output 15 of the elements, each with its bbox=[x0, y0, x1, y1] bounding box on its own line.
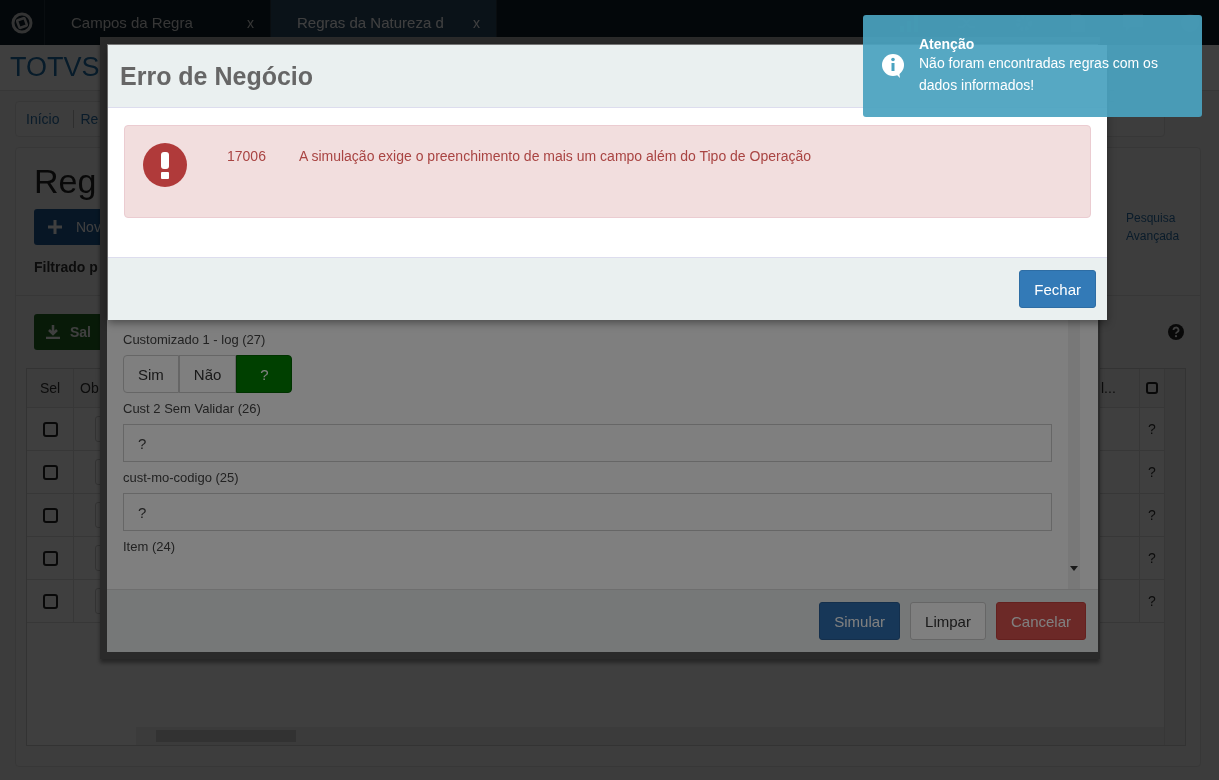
toast-title: Atenção bbox=[919, 36, 976, 52]
dialog-title: Erro de Negócio bbox=[120, 61, 314, 91]
field-label: Cust 2 Sem Validar (26) bbox=[123, 401, 262, 416]
field-label: Customizado 1 - log (27) bbox=[123, 332, 267, 347]
brand-logo: TOTVS bbox=[10, 52, 100, 83]
table-cell: ? bbox=[1148, 593, 1156, 609]
field-label: cust-mo-codigo (25) bbox=[123, 470, 240, 485]
error-message: A simulação exige o preenchimento de mais um campo além do Tipo de Operação bbox=[298, 148, 811, 164]
toast-message: Não foram encontradas regras com os dados informados! bbox=[919, 54, 1159, 95]
table-cell: ? bbox=[1148, 507, 1156, 523]
field-label: Item (24) bbox=[123, 539, 176, 554]
error-code: 17006 bbox=[227, 148, 266, 164]
table-cell: ? bbox=[1148, 464, 1156, 480]
table-cell: ? bbox=[1148, 550, 1156, 566]
table-cell: ? bbox=[1148, 421, 1156, 437]
